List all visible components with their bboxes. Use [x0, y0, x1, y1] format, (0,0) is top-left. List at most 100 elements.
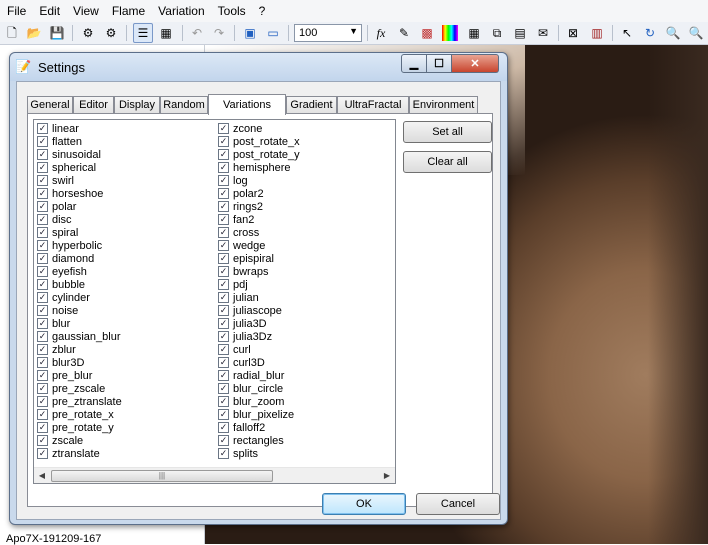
checkbox[interactable]: ✓	[218, 214, 229, 225]
undo-icon[interactable]: ↶	[189, 25, 205, 41]
variation-item[interactable]: ✓ radial_blur	[218, 369, 300, 382]
scrollbar-thumb[interactable]: |||	[51, 470, 273, 482]
checkbox[interactable]: ✓	[218, 175, 229, 186]
variation-item[interactable]: ✓ wedge	[218, 239, 300, 252]
dialog-titlebar[interactable]: 📝 Settings ▁ ☐ ✕	[10, 53, 507, 81]
save-icon[interactable]: 💾	[49, 25, 65, 41]
tab-ultrafractal[interactable]: UltraFractal	[337, 96, 409, 113]
checkbox[interactable]: ✓	[37, 422, 48, 433]
variation-item[interactable]: ✓ pre_zscale	[37, 382, 122, 395]
checkbox[interactable]: ✓	[218, 344, 229, 355]
fullscreen-icon[interactable]: ▣	[242, 25, 258, 41]
variation-item[interactable]: ✓ curl3D	[218, 356, 300, 369]
variation-item[interactable]: ✓ log	[218, 174, 300, 187]
checkbox[interactable]: ✓	[218, 162, 229, 173]
checkbox[interactable]: ✓	[218, 201, 229, 212]
variation-item[interactable]: ✓ bubble	[37, 278, 122, 291]
render-all-icon[interactable]: ⚙	[103, 25, 119, 41]
options-icon[interactable]: ▤	[512, 25, 528, 41]
variation-item[interactable]: ✓ cross	[218, 226, 300, 239]
variation-item[interactable]: ✓ sinusoidal	[37, 148, 122, 161]
minimize-button[interactable]: ▁	[401, 54, 427, 73]
checkbox[interactable]: ✓	[37, 331, 48, 342]
tab-general[interactable]: General	[27, 96, 73, 113]
variations-list[interactable]: ✓ linear ✓ flatten ✓ sinusoidal ✓ spherical ✓ swi…	[33, 119, 396, 484]
checkbox[interactable]: ✓	[218, 409, 229, 420]
checkbox[interactable]: ✓	[218, 123, 229, 134]
checkbox[interactable]: ✓	[218, 357, 229, 368]
rotate-icon[interactable]: ↻	[642, 25, 658, 41]
variation-item[interactable]: ✓ splits	[218, 447, 300, 460]
variation-item[interactable]: ✓ curl	[218, 343, 300, 356]
variation-item[interactable]: ✓ ztranslate	[37, 447, 122, 460]
variation-item[interactable]: ✓ blur_circle	[218, 382, 300, 395]
checkbox[interactable]: ✓	[37, 435, 48, 446]
open-icon[interactable]: 📂	[26, 25, 42, 41]
formula-icon[interactable]: fx	[373, 25, 389, 41]
maximize-button[interactable]: ☐	[427, 54, 452, 73]
checkbox[interactable]: ✓	[218, 370, 229, 381]
new-icon[interactable]: 🗋	[4, 25, 20, 41]
variation-item[interactable]: ✓ blur3D	[37, 356, 122, 369]
script-icon[interactable]: ✉	[535, 25, 551, 41]
editor-icon[interactable]: ✎	[396, 25, 412, 41]
tab-random[interactable]: Random	[160, 96, 208, 113]
variation-item[interactable]: ✓ pre_ztranslate	[37, 395, 122, 408]
variation-item[interactable]: ✓ rings2	[218, 200, 300, 213]
checkbox[interactable]: ✓	[218, 305, 229, 316]
variation-item[interactable]: ✓ swirl	[37, 174, 122, 187]
variation-item[interactable]: ✓ fan2	[218, 213, 300, 226]
variation-item[interactable]: ✓ cylinder	[37, 291, 122, 304]
checkbox[interactable]: ✓	[218, 149, 229, 160]
checkbox[interactable]: ✓	[37, 409, 48, 420]
variation-item[interactable]: ✓ juliascope	[218, 304, 300, 317]
checkbox[interactable]: ✓	[37, 214, 48, 225]
variation-item[interactable]: ✓ post_rotate_x	[218, 135, 300, 148]
checkbox[interactable]: ✓	[218, 422, 229, 433]
chevron-down-icon[interactable]: ▼	[349, 26, 358, 36]
checkbox[interactable]: ✓	[37, 266, 48, 277]
variation-item[interactable]: ✓ pre_rotate_y	[37, 421, 122, 434]
checkbox[interactable]: ✓	[37, 318, 48, 329]
checkbox[interactable]: ✓	[37, 136, 48, 147]
checkbox[interactable]: ✓	[218, 253, 229, 264]
film-icon[interactable]: ▥	[589, 25, 605, 41]
checkbox[interactable]: ✓	[37, 188, 48, 199]
variation-item[interactable]: ✓ pre_blur	[37, 369, 122, 382]
variation-item[interactable]: ✓ falloff2	[218, 421, 300, 434]
variation-item[interactable]: ✓ zcone	[218, 122, 300, 135]
variation-item[interactable]: ✓ pre_rotate_x	[37, 408, 122, 421]
menu-edit[interactable]: Edit	[32, 4, 66, 18]
checkbox[interactable]: ✓	[37, 253, 48, 264]
checkbox[interactable]: ✓	[37, 396, 48, 407]
checkbox[interactable]: ✓	[37, 357, 48, 368]
checkbox[interactable]: ✓	[218, 240, 229, 251]
cancel-button[interactable]: Cancel	[416, 493, 500, 515]
variation-item[interactable]: ✓ polar2	[218, 187, 300, 200]
transparency-icon[interactable]: ⊠	[565, 25, 581, 41]
zoom-out-icon[interactable]: 🔍	[688, 25, 704, 41]
checkbox[interactable]: ✓	[218, 279, 229, 290]
variation-item[interactable]: ✓ spiral	[37, 226, 122, 239]
checkbox[interactable]: ✓	[218, 292, 229, 303]
palette-icon[interactable]: ▩	[419, 25, 435, 41]
checkbox[interactable]: ✓	[37, 240, 48, 251]
checkbox[interactable]: ✓	[218, 396, 229, 407]
tab-editor[interactable]: Editor	[73, 96, 114, 113]
variation-item[interactable]: ✓ hyperbolic	[37, 239, 122, 252]
checkbox[interactable]: ✓	[218, 136, 229, 147]
checkbox[interactable]: ✓	[37, 175, 48, 186]
menu-help[interactable]: ?	[252, 4, 272, 18]
redo-icon[interactable]: ↷	[211, 25, 227, 41]
variation-item[interactable]: ✓ linear	[37, 122, 122, 135]
icon-view-icon[interactable]: ▦	[158, 25, 174, 41]
variation-item[interactable]: ✓ gaussian_blur	[37, 330, 122, 343]
ok-button[interactable]: OK	[322, 493, 406, 515]
variation-item[interactable]: ✓ pdj	[218, 278, 300, 291]
checkbox[interactable]: ✓	[37, 123, 48, 134]
variation-item[interactable]: ✓ blur_zoom	[218, 395, 300, 408]
checkbox[interactable]: ✓	[218, 435, 229, 446]
variation-item[interactable]: ✓ hemisphere	[218, 161, 300, 174]
variation-item[interactable]: ✓ rectangles	[218, 434, 300, 447]
variation-item[interactable]: ✓ bwraps	[218, 265, 300, 278]
